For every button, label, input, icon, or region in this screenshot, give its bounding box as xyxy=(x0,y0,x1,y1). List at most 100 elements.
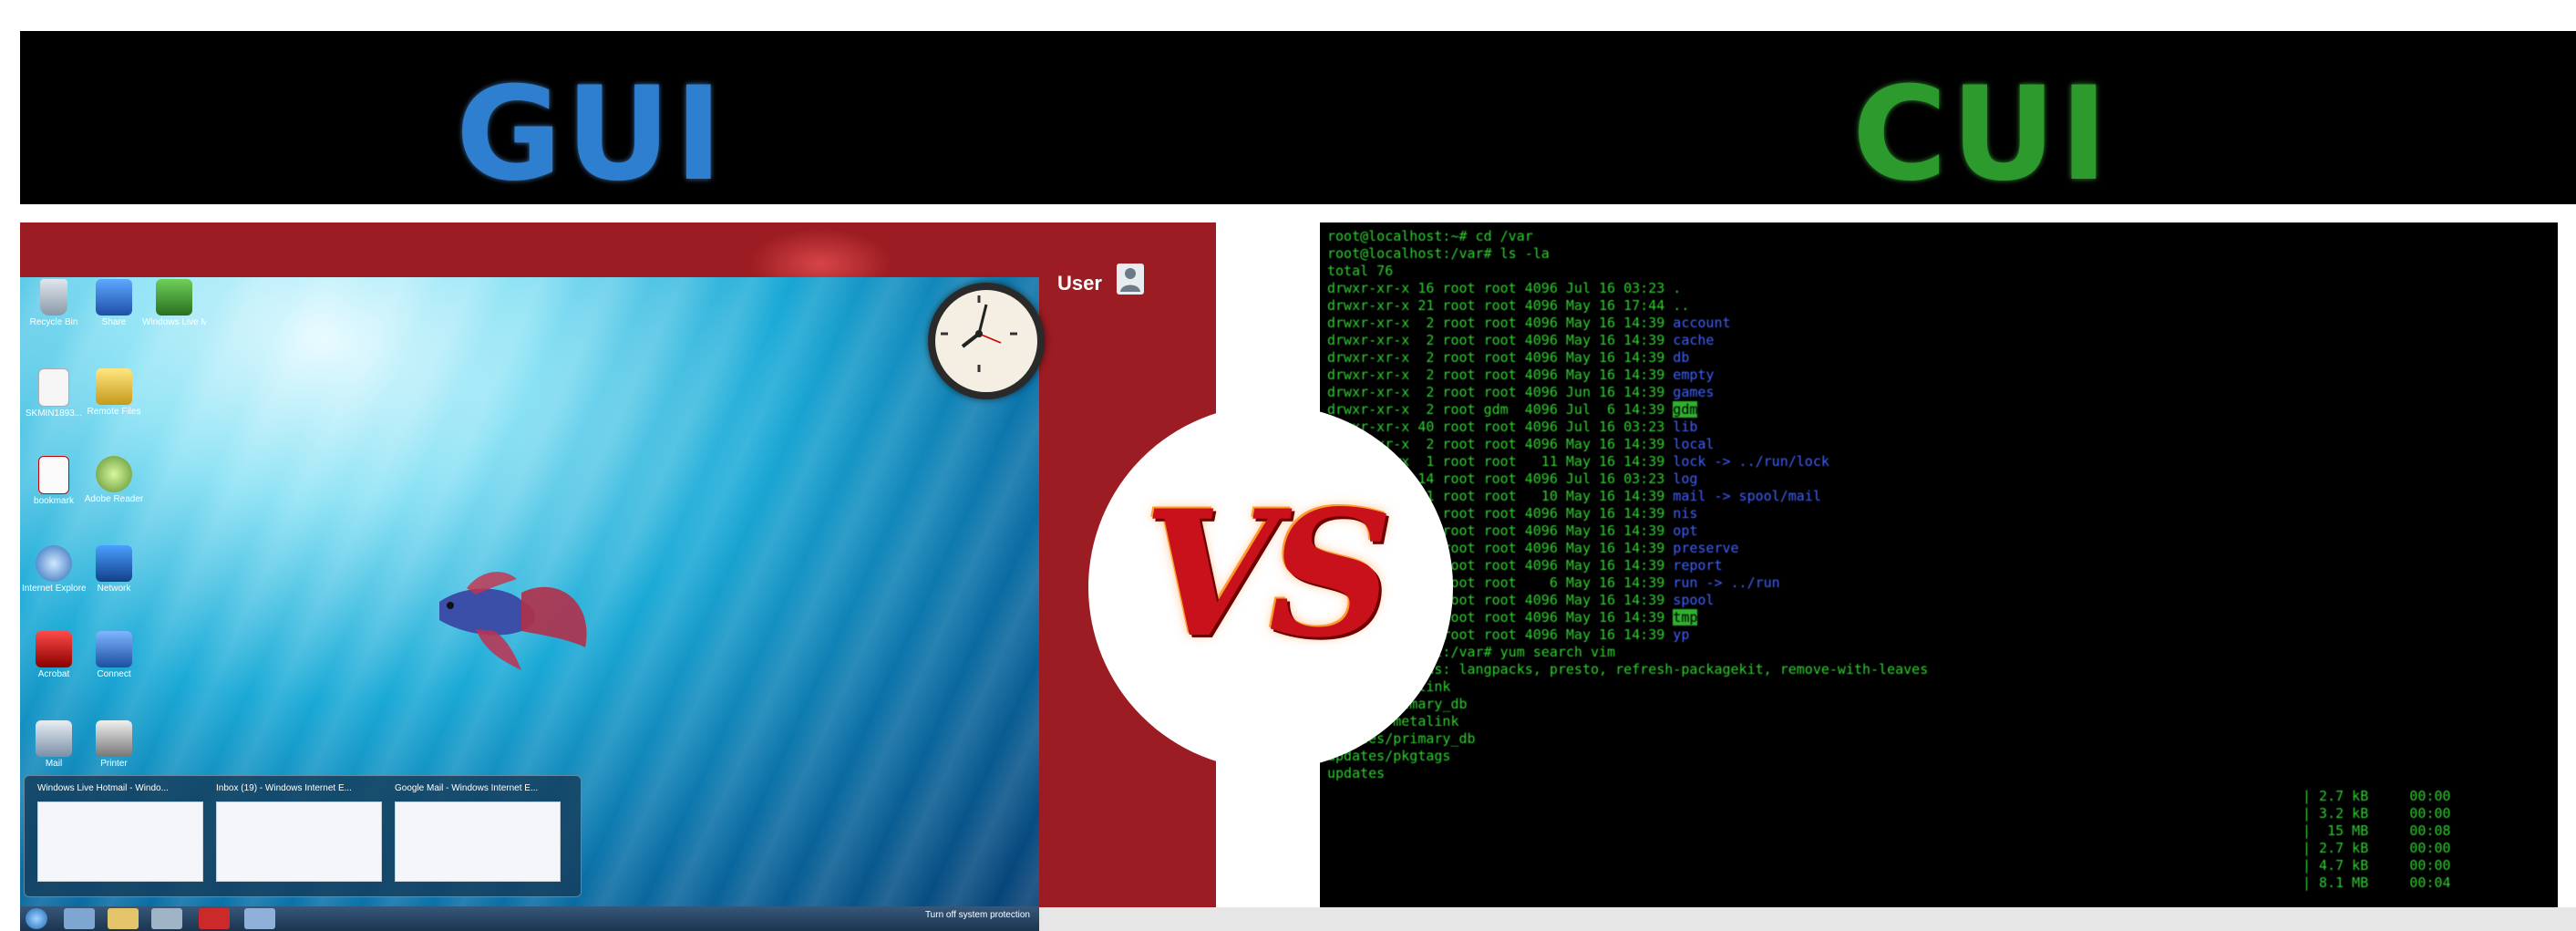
terminal-line: drwxr-xr-x 2 root root 4096 May 16 14:39… xyxy=(1327,522,2558,540)
desktop-icon-movie-maker[interactable]: Windows Live Mo... xyxy=(142,279,206,327)
terminal-line-text: drwxr-xr-x 2 root gdm 4096 Jul 6 14:39 xyxy=(1327,401,1674,418)
terminal-line: drwxr-xr-x 2 root root 4096 May 16 14:39… xyxy=(1327,557,2558,574)
terminal-dir-name: nis xyxy=(1673,505,1698,522)
taskbar-preview-1[interactable]: Windows Live Hotmail - Windo... xyxy=(37,783,205,889)
terminal-progress-line: | 2.7 kB 00:00 xyxy=(2303,840,2451,856)
terminal-progress-line: | 8.1 MB 00:04 xyxy=(2303,874,2451,891)
terminal-line: Loaded plugins: langpacks, presto, refre… xyxy=(1327,661,2558,678)
taskbar-preview-2[interactable]: Inbox (19) - Windows Internet E... xyxy=(216,783,384,889)
terminal-progress-line: | 4.7 kB 00:00 xyxy=(2303,857,2451,874)
clock-gadget[interactable] xyxy=(928,283,1045,399)
terminal-dir-name: report xyxy=(1673,557,1723,574)
terminal-line-text: total 76 xyxy=(1327,263,1394,279)
terminal-line: drwxr-xr-x 2 root root 4096 May 16 14:39… xyxy=(1327,349,2558,367)
tray-notification-text: Turn off system protection xyxy=(924,910,1030,920)
desktop-icon-acrobat[interactable]: Acrobat xyxy=(22,631,86,679)
taskbar-explorer-button[interactable] xyxy=(64,908,95,929)
terminal-line: drwxr-xr-x 16 root root 4096 Jul 16 03:2… xyxy=(1327,280,2558,297)
terminal-line: drwxr-xr-x 2 root root 4096 Jun 16 14:39… xyxy=(1327,384,2558,401)
share-icon xyxy=(96,279,132,316)
recycle-bin-icon xyxy=(40,279,67,316)
terminal-line: drwxr-xr-x 21 root root 4096 May 16 17:4… xyxy=(1327,297,2558,315)
preview-thumbnail xyxy=(37,802,203,882)
terminal-line: drwxr-xr-x 2 root root 4096 May 16 14:39… xyxy=(1327,505,2558,522)
header-bar: GUI CUI xyxy=(20,31,2576,204)
terminal-line-text: drwxr-xr-x 21 root root 4096 May 16 17:4… xyxy=(1327,297,1690,314)
terminal-line-text: drwxr-xr-x 2 root root 4096 Jun 16 14:39 xyxy=(1327,384,1674,400)
terminal-line: root@localhost:~# cd /var xyxy=(1327,228,2558,245)
network-icon xyxy=(96,545,132,582)
terminal-dir-name: tmp xyxy=(1673,609,1698,626)
taskbar-preview-popup: Windows Live Hotmail - Windo... Inbox (1… xyxy=(24,775,582,897)
desktop-icon-recycle-bin[interactable]: Recycle Bin xyxy=(22,279,86,327)
preview-thumbnail xyxy=(395,802,561,882)
terminal-line: root@localhost:/var# ls -la xyxy=(1327,245,2558,263)
terminal-line: updates xyxy=(1327,765,2558,782)
terminal-dir-name: games xyxy=(1673,384,1715,400)
clock-face-icon xyxy=(941,295,1017,372)
terminal-dir-name: account xyxy=(1673,315,1731,331)
taskbar-preview-3[interactable]: Google Mail - Windows Internet E... xyxy=(395,783,562,889)
desktop-icon-network[interactable]: Network xyxy=(82,545,146,594)
desktop-icon-adobe-reader[interactable]: Adobe Reader xyxy=(82,456,146,504)
taskbar-media-button[interactable] xyxy=(151,908,182,929)
terminal-line: drwxr-xr-x 2 root root 4096 May 16 14:39… xyxy=(1327,315,2558,332)
desktop-icon-share[interactable]: Share xyxy=(82,279,146,327)
desktop-icon-document[interactable]: SKMIN1893... xyxy=(22,368,86,419)
terminal-dir-name: empty xyxy=(1673,367,1715,383)
vs-label: VS xyxy=(1143,472,1394,676)
preview-thumbnail xyxy=(216,802,382,882)
desktop-icon-mail[interactable]: Mail xyxy=(22,720,86,769)
desktop-icon-internet-explorer[interactable]: Internet Explorer xyxy=(22,545,86,594)
taskbar-app-button[interactable] xyxy=(199,908,230,929)
terminal-output: root@localhost:~# cd /var root@localhost:… xyxy=(1327,228,2558,782)
terminal-progress-line: | 15 MB 00:08 xyxy=(2303,822,2451,839)
terminal-line: drwxr-xr-x 2 root gdm 4096 Jul 6 14:39 g… xyxy=(1327,401,2558,419)
terminal-line: updates/primary_db xyxy=(1327,730,2558,748)
terminal-line: updates/pkgtags xyxy=(1327,748,2558,765)
user-icon xyxy=(1117,264,1144,295)
betta-fish-icon xyxy=(439,572,587,670)
terminal-dir-name: opt xyxy=(1673,522,1698,539)
terminal-dir-name: spool xyxy=(1673,592,1715,608)
acrobat-icon xyxy=(36,631,72,667)
mail-icon xyxy=(36,720,72,757)
printer-icon xyxy=(96,720,132,757)
remote-files-icon xyxy=(96,368,132,405)
terminal-download-progress: | 2.7 kB 00:00 | 3.2 kB 00:00 | 15 MB 00:0… xyxy=(2303,788,2451,892)
start-button[interactable] xyxy=(26,908,47,929)
taskbar-folder-button[interactable] xyxy=(108,908,139,929)
user-label: User xyxy=(1057,272,1102,295)
terminal-line-text: root@localhost:/var# ls -la xyxy=(1327,245,1550,262)
desktop-icon-printer[interactable]: Printer xyxy=(82,720,146,769)
connect-icon xyxy=(96,631,132,667)
document-icon xyxy=(38,368,69,407)
terminal-dir-name: lib xyxy=(1673,419,1698,435)
terminal-line: drwxrwxrwt 5 root root 4096 May 16 14:39… xyxy=(1327,609,2558,626)
terminal-line: drwxr-xr-x 2 root root 4096 May 16 14:39… xyxy=(1327,436,2558,453)
terminal-line: lrwxrwxrwx 1 root root 10 May 16 14:39 m… xyxy=(1327,488,2558,505)
terminal-line-text: drwxr-xr-x 2 root root 4096 May 16 14:39 xyxy=(1327,332,1674,348)
terminal-line-text: drwxr-xr-x 16 root root 4096 Jul 16 03:2… xyxy=(1327,280,1682,296)
terminal-line: drwxr-xr-x 2 root root 4096 May 16 14:39… xyxy=(1327,540,2558,557)
bottom-strip xyxy=(1039,907,2576,931)
terminal-line-text: drwxr-xr-x 40 root root 4096 Jul 16 03:2… xyxy=(1327,419,1674,435)
terminal-line: lrwxrwxrwx 1 root root 11 May 16 14:39 l… xyxy=(1327,453,2558,471)
terminal-line: total 76 xyxy=(1327,263,2558,280)
terminal-line-text: drwxr-xr-x 2 root root 4096 May 16 14:39 xyxy=(1327,349,1674,366)
globe-icon xyxy=(96,456,132,492)
terminal-line: drwxr-xr-x 40 root root 4096 Jul 16 03:2… xyxy=(1327,419,2558,436)
terminal-line-text: updates xyxy=(1327,765,1386,781)
terminal-line: updates/metalink xyxy=(1327,713,2558,730)
terminal-line-text: drwxr-xr-x 2 root root 4096 May 16 14:39 xyxy=(1327,367,1674,383)
terminal-line: lrwxrwxrwx 1 root root 6 May 16 14:39 ru… xyxy=(1327,574,2558,592)
taskbar-window-button[interactable] xyxy=(244,908,275,929)
terminal-line: fedora/primary_db xyxy=(1327,696,2558,713)
terminal-dir-name: lock -> ../run/lock xyxy=(1673,453,1829,470)
terminal-window[interactable]: root@localhost:~# cd /var root@localhost:… xyxy=(1320,222,2558,907)
desktop-icon-bookmark[interactable]: bookmark xyxy=(22,456,86,506)
terminal-dir-name: log xyxy=(1673,471,1698,487)
desktop-icon-remote-files[interactable]: Remote Files xyxy=(82,368,146,417)
terminal-line: root@localhost:/var# yum search vim xyxy=(1327,644,2558,661)
desktop-icon-connect[interactable]: Connect xyxy=(82,631,146,679)
